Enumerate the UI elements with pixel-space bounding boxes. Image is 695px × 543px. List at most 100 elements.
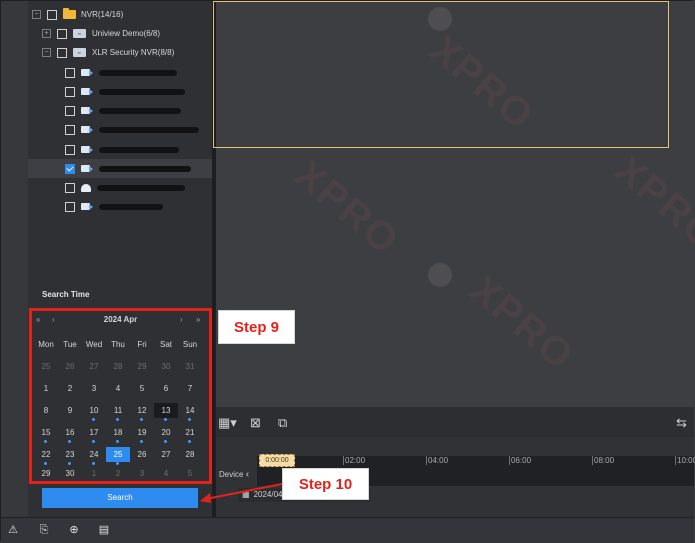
watermark: XPRO (606, 147, 695, 259)
camera-item[interactable] (65, 101, 181, 120)
watermark: XPRO (286, 152, 408, 264)
calendar-day[interactable]: 8 (34, 406, 58, 415)
checkbox[interactable] (65, 105, 75, 116)
calendar-day[interactable]: 15 (34, 428, 58, 437)
calendar-day-selected[interactable]: 25 (106, 447, 130, 462)
checkbox[interactable] (47, 9, 57, 20)
alarm-icon[interactable]: ⚠ (7, 524, 19, 536)
next-year-button[interactable]: » (196, 315, 200, 324)
calendar-day[interactable]: 29 (34, 469, 58, 478)
calendar-day[interactable]: 10 (82, 406, 106, 415)
calendar-day[interactable]: 2 (58, 384, 82, 393)
calendar-day[interactable]: 21 (178, 428, 202, 437)
recording-indicator-dot (140, 418, 143, 421)
step10-callout: Step 10 (282, 468, 369, 500)
calendar-day[interactable]: 22 (34, 450, 58, 459)
download-icon[interactable]: ⊕ (68, 524, 80, 536)
timeline-tick-label: 06:00 (511, 456, 532, 465)
calendar-day[interactable]: 28 (178, 450, 202, 459)
calendar-day[interactable]: 1 (34, 384, 58, 393)
calendar-day[interactable]: 30 (58, 469, 82, 478)
checkbox-checked[interactable] (65, 163, 75, 174)
camera-item[interactable] (65, 120, 199, 139)
calendar-day[interactable]: 17 (82, 428, 106, 437)
recording-indicator-dot (188, 440, 191, 443)
task-list-icon[interactable]: ▤ (98, 524, 110, 536)
calendar-day[interactable]: 7 (178, 384, 202, 393)
camera-item[interactable] (65, 82, 185, 101)
selected-video-tile[interactable] (213, 1, 669, 148)
checkbox[interactable] (65, 182, 75, 193)
recording-indicator-dot (116, 440, 119, 443)
calendar-day[interactable]: 9 (58, 406, 82, 415)
tree-group-xlr[interactable]: − ▪▪ XLR Security NVR(8/8) (42, 43, 174, 62)
calendar-day[interactable]: 13 (154, 403, 178, 418)
recording-indicator-dot (116, 418, 119, 421)
calendar-day[interactable]: 24 (82, 450, 106, 459)
calendar-day[interactable]: 27 (154, 450, 178, 459)
calendar-day[interactable]: 2 (106, 469, 130, 478)
calendar-day[interactable]: 12 (130, 406, 154, 415)
calendar-day[interactable]: 27 (82, 362, 106, 371)
redacted-camera-name (97, 184, 185, 191)
calendar-day[interactable]: 3 (82, 384, 106, 393)
camera-icon (81, 68, 93, 77)
expand-icon[interactable]: + (42, 29, 51, 38)
recording-indicator-dot (44, 440, 47, 443)
snapshot-icon[interactable]: ⧉ (278, 415, 287, 431)
calendar-day[interactable]: 18 (106, 428, 130, 437)
calendar-day[interactable]: 3 (130, 469, 154, 478)
calendar-day[interactable]: 20 (154, 428, 178, 437)
calendar-day[interactable]: 19 (130, 428, 154, 437)
recording-indicator-dot (92, 440, 95, 443)
checkbox[interactable] (65, 86, 75, 97)
calendar-day[interactable]: 4 (106, 384, 130, 393)
calendar-day[interactable]: 11 (106, 406, 130, 415)
camera-item[interactable] (65, 140, 179, 159)
app-window: − NVR(14/16) + ▪▪ Uniview Demo(6/8) − ▪▪… (0, 0, 695, 543)
tree-group-uniview[interactable]: + ▪▪ Uniview Demo(6/8) (42, 24, 160, 43)
calendar-day[interactable]: 25 (34, 362, 58, 371)
calendar-day[interactable]: 16 (58, 428, 82, 437)
recording-indicator-dot (188, 418, 191, 421)
camera-item[interactable] (65, 63, 177, 82)
calendar-day[interactable]: 28 (106, 362, 130, 371)
redacted-camera-name (99, 126, 199, 133)
camera-icon (81, 106, 93, 115)
calendar-day[interactable]: 14 (178, 406, 202, 415)
camera-icon (81, 164, 93, 173)
playback-toolbar: ▦▾ ⊠ ⧉ ⇆ (216, 407, 694, 437)
checkbox[interactable] (57, 28, 67, 39)
calendar-day[interactable]: 31 (178, 362, 202, 371)
calendar-day[interactable]: 6 (154, 384, 178, 393)
calendar-day[interactable]: 5 (178, 469, 202, 478)
sync-icon[interactable]: ⇆ (676, 415, 687, 431)
calendar-day[interactable]: 4 (154, 469, 178, 478)
calendar-day[interactable]: 23 (58, 450, 82, 459)
redacted-camera-name (99, 88, 185, 95)
collapse-icon[interactable]: − (32, 10, 41, 19)
calendar-day[interactable]: 29 (130, 362, 154, 371)
checkbox[interactable] (57, 47, 67, 58)
calendar-day[interactable]: 5 (130, 384, 154, 393)
checkbox[interactable] (65, 67, 75, 78)
import-icon[interactable]: ⎘ (38, 524, 50, 536)
current-time-marker[interactable]: 0:00:00 (259, 454, 295, 467)
calendar-day[interactable]: 1 (82, 469, 106, 478)
camera-item[interactable] (65, 178, 185, 197)
collapse-icon[interactable]: − (42, 48, 51, 57)
search-button[interactable]: Search (42, 488, 198, 508)
calendar-day[interactable]: 26 (130, 450, 154, 459)
chevron-left-icon[interactable]: ‹ (246, 469, 249, 480)
checkbox[interactable] (65, 201, 75, 212)
calendar-day[interactable]: 26 (58, 362, 82, 371)
tree-root-nvr[interactable]: − NVR(14/16) (32, 5, 123, 24)
close-all-icon[interactable]: ⊠ (250, 415, 261, 431)
next-month-button[interactable]: › (180, 315, 183, 324)
camera-item[interactable] (65, 197, 163, 216)
calendar-day[interactable]: 30 (154, 362, 178, 371)
layout-grid-icon[interactable]: ▦▾ (218, 415, 237, 431)
checkbox[interactable] (65, 144, 75, 155)
camera-item-selected[interactable] (28, 159, 212, 178)
checkbox[interactable] (65, 124, 75, 135)
